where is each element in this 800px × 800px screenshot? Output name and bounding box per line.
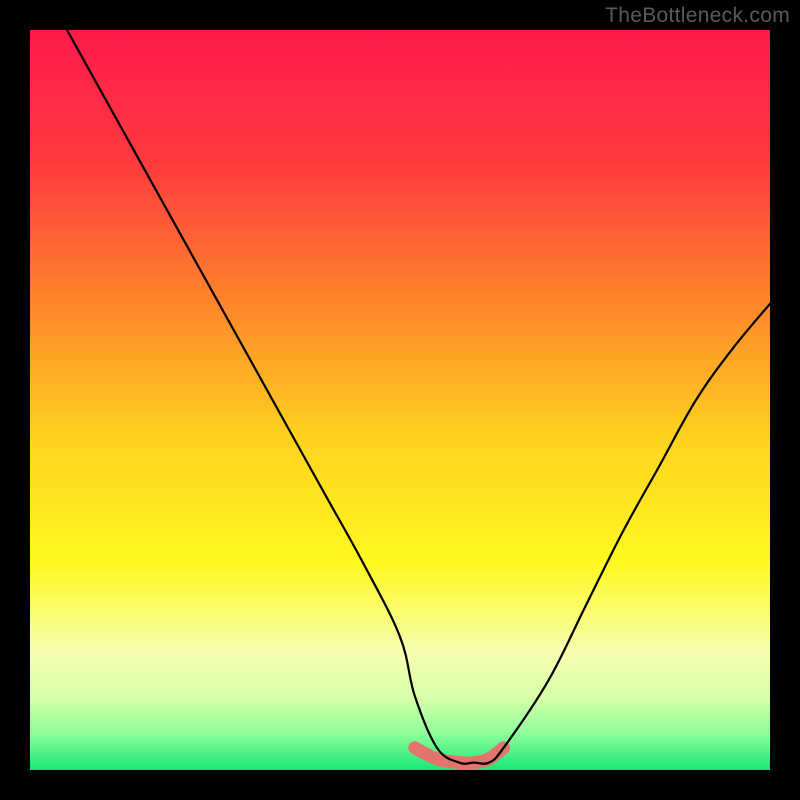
curve-layer [30,30,770,770]
chart-frame: TheBottleneck.com [0,0,800,800]
plot-area [30,30,770,770]
bottleneck-curve [67,30,770,764]
watermark-label: TheBottleneck.com [605,4,790,28]
